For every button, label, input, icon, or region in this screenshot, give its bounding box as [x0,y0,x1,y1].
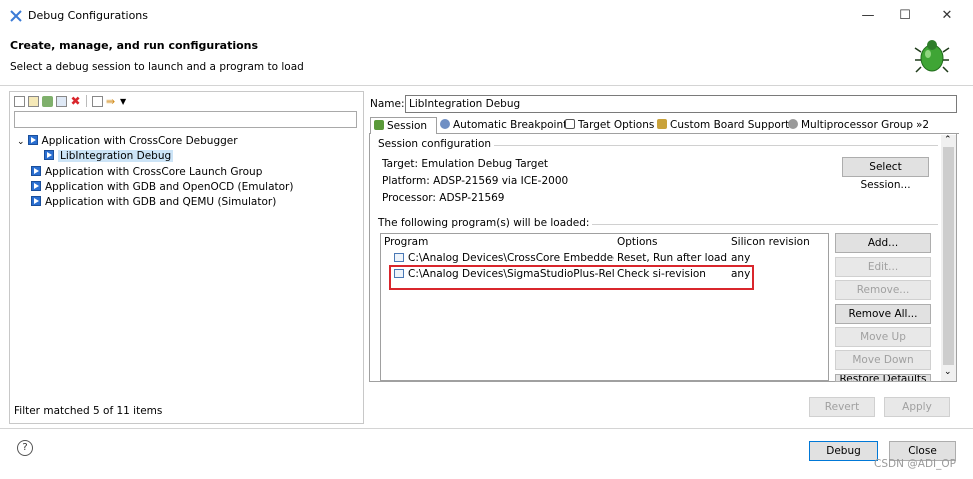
filter-input[interactable] [14,111,357,128]
new-configuration-icon[interactable] [14,95,25,107]
launch-type-icon [31,166,41,176]
minimize-button[interactable]: — [850,4,886,28]
maximize-button[interactable]: ☐ [887,4,923,28]
breakpoint-icon [440,119,450,129]
new-prototype-icon[interactable] [28,95,39,107]
edit-program-button[interactable]: Edit... [835,257,931,277]
footer-separator [0,428,973,429]
tree-item-label: LibIntegration Debug [58,150,174,162]
filter-icon[interactable]: ⇛ [106,96,117,107]
table-cell-silicon: any [731,252,751,264]
launch-type-icon [31,196,41,206]
tab-overflow[interactable]: »2 [913,117,929,134]
name-label: Name: [370,98,405,110]
target-info: Target: Emulation Debug Target [382,158,549,170]
tree-item-label: Application with GDB and QEMU (Simulator… [45,196,277,208]
debug-configurations-icon [10,10,22,22]
board-icon [657,119,667,129]
session-group-title: Session configuration [378,138,495,150]
highlight-annotation [389,265,754,290]
move-down-button[interactable]: Move Down [835,350,931,370]
tree-item-libintegration-debug[interactable]: LibIntegration Debug [44,148,174,164]
remove-program-button[interactable]: Remove... [835,280,931,300]
help-icon[interactable]: ? [17,440,33,456]
tree-item-label: Application with CrossCore Launch Group [45,166,263,178]
restore-defaults-button[interactable]: Restore Defaults [835,374,931,382]
filter-status: Filter matched 5 of 11 items [14,405,163,417]
chevron-down-icon[interactable]: ⌄ [17,137,25,147]
bug-icon [914,40,950,73]
apply-button[interactable]: Apply [884,397,950,417]
header-separator [0,85,973,86]
chevron-down-icon[interactable]: ▼ [120,96,131,107]
processor-info: Processor: ADSP-21569 [382,192,505,204]
header-subtitle: Select a debug session to launch and a p… [10,61,304,73]
scrollbar-thumb[interactable] [943,147,954,365]
tree-item-gdb-qemu[interactable]: Application with GDB and QEMU (Simulator… [31,194,276,210]
remove-all-button[interactable]: Remove All... [835,304,931,324]
tree-item-label: Application with CrossCore Debugger [41,135,238,147]
name-field[interactable]: LibIntegration Debug [405,95,957,113]
platform-info: Platform: ADSP-21569 via ICE-2000 [382,175,569,187]
tree-toolbar: ✖ ⇛ ▼ [14,94,131,108]
column-header-silicon[interactable]: Silicon revision [731,236,810,248]
tab-automatic-breakpoint[interactable]: Automatic Breakpoint [437,117,567,134]
tab-custom-board-support[interactable]: Custom Board Support [654,117,789,134]
target-options-icon [565,119,575,129]
column-header-options[interactable]: Options [617,236,658,248]
launch-type-icon [31,181,41,191]
duplicate-icon[interactable] [56,95,67,107]
tree-item-crosscore-launch-group[interactable]: Application with CrossCore Launch Group [31,164,262,180]
chevron-down-icon[interactable]: ⌄ [944,367,952,377]
tree-item-gdb-openocd[interactable]: Application with GDB and OpenOCD (Emulat… [31,179,293,195]
column-header-program[interactable]: Program [384,236,428,248]
tab-session[interactable]: Session [370,117,437,134]
delete-icon[interactable]: ✖ [70,95,81,107]
tab-target-options[interactable]: Target Options [562,117,654,134]
window-title: Debug Configurations [28,9,149,22]
revert-button[interactable]: Revert [809,397,875,417]
tree-item-label: Application with GDB and OpenOCD (Emulat… [45,181,294,193]
launch-type-icon [27,135,38,145]
session-icon [374,120,384,130]
debug-button[interactable]: Debug [809,441,878,461]
move-up-button[interactable]: Move Up [835,327,931,347]
collapse-all-icon[interactable] [92,95,103,107]
programs-group-title: The following program(s) will be loaded: [378,217,593,229]
close-window-button[interactable]: ✕ [929,4,965,28]
launch-config-icon [44,150,54,160]
watermark: CSDN @ADI_OP [874,458,956,470]
table-cell-options: Reset, Run after load [617,252,727,264]
header-title: Create, manage, and run configurations [10,39,259,52]
chevron-up-icon[interactable]: ⌃ [944,135,952,145]
add-program-button[interactable]: Add... [835,233,931,253]
multiprocessor-icon [788,119,798,129]
select-session-button[interactable]: Select Session... [842,157,929,191]
file-icon [394,253,404,262]
export-icon[interactable] [42,95,53,107]
tab-multiprocessor-group[interactable]: Multiprocessor Group [785,117,913,134]
tree-item-crosscore-debugger[interactable]: ⌄ Application with CrossCore Debugger [17,133,238,149]
table-row[interactable]: C:\Analog Devices\CrossCore Embedded Stu… [394,252,614,264]
